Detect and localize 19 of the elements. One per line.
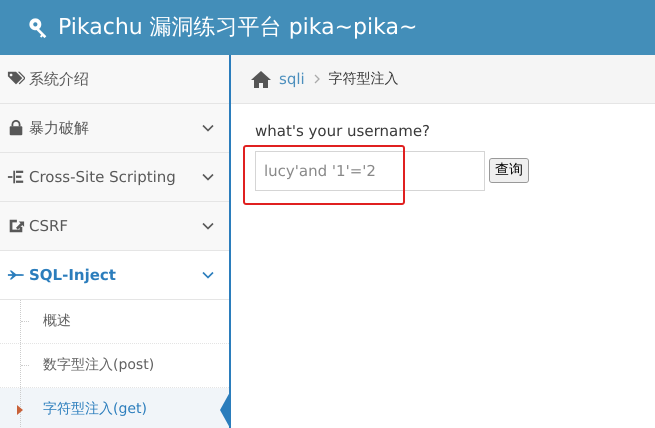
sidebar-item[interactable]: 系统介绍 (0, 55, 229, 104)
sidebar-item[interactable]: Cross-Site Scripting (0, 153, 229, 202)
breadcrumb-current: 字符型注入 (328, 70, 399, 88)
submenu-item[interactable]: 数字型注入(post) (0, 344, 229, 388)
list-icon (7, 168, 25, 186)
header-title: Pikachu 漏洞练习平台 pika~pika~ (58, 14, 418, 42)
sidebar-item[interactable]: SQL-Inject (0, 251, 229, 300)
breadcrumb-link[interactable]: sqli (279, 68, 305, 90)
submenu-item[interactable]: 概述 (0, 300, 229, 344)
submenu-item[interactable]: 字符型注入(get) (0, 388, 229, 428)
username-field[interactable]: lucy'and '1'='2 (255, 150, 485, 190)
share-icon (7, 217, 25, 235)
query-button[interactable]: 查询 (489, 158, 529, 183)
sidebar-item[interactable]: 暴力破解 (0, 104, 229, 153)
chevron-right-icon (312, 74, 321, 84)
caret-right-icon (17, 404, 23, 414)
form-label: what's your username? (255, 121, 432, 142)
lock-icon (7, 119, 25, 137)
home-icon (251, 70, 271, 88)
